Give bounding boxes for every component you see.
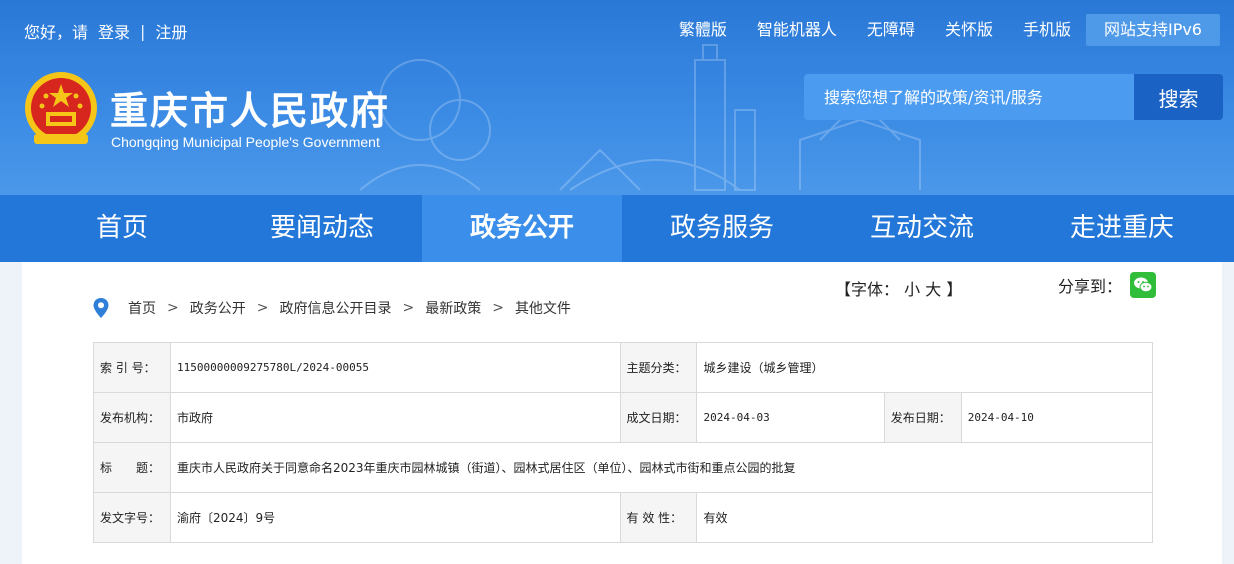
font-large-button[interactable]: 大 — [925, 280, 941, 299]
org-label: 发布机构： — [93, 392, 171, 443]
font-suffix: 】 — [946, 280, 963, 299]
breadcrumb-other-files[interactable]: 其他文件 — [515, 298, 571, 318]
nav-item-home[interactable]: 首页 — [0, 195, 222, 262]
index-no-label: 索 引 号： — [93, 342, 171, 393]
chevron-right-icon: > — [402, 300, 415, 316]
main-nav: 首页 要闻动态 政务公开 政务服务 互动交流 走进重庆 — [0, 195, 1234, 262]
chevron-right-icon: > — [256, 300, 269, 316]
topic-label: 主题分类： — [619, 342, 698, 393]
breadcrumb: 首页 > 政务公开 > 政府信息公开目录 > 最新政策 > 其他文件 — [92, 297, 571, 319]
written-date-label: 成文日期： — [619, 392, 698, 443]
mobile-version-link[interactable]: 手机版 — [1008, 14, 1086, 46]
divider: | — [140, 21, 146, 41]
written-date-value: 2024-04-03 — [696, 392, 885, 443]
breadcrumb-home[interactable]: 首页 — [128, 298, 156, 318]
wechat-icon[interactable] — [1130, 272, 1157, 298]
table-row: 标 题： 重庆市人民政府关于同意命名2023年重庆市园林城镇（街道）、园林式居住… — [93, 442, 1154, 493]
care-version-link[interactable]: 关怀版 — [930, 14, 1008, 46]
validity-value: 有效 — [696, 492, 1153, 543]
font-prefix: 【字体： — [835, 280, 900, 299]
breadcrumb-info-catalog[interactable]: 政府信息公开目录 — [279, 298, 391, 318]
smart-robot-link[interactable]: 智能机器人 — [742, 14, 852, 46]
breadcrumb-gov-affairs-open[interactable]: 政务公开 — [190, 298, 246, 318]
nav-item-gov-services[interactable]: 政务服务 — [622, 195, 822, 262]
share-area: 分享到： — [1058, 272, 1157, 298]
nav-item-about-chongqing[interactable]: 走进重庆 — [1022, 195, 1222, 262]
top-bar: 您好，请 登录 | 注册 繁體版 智能机器人 无障碍 关怀版 手机版 网站支持I… — [0, 0, 1234, 60]
nav-item-news[interactable]: 要闻动态 — [222, 195, 422, 262]
login-link[interactable]: 登录 — [98, 19, 130, 43]
publish-date-value: 2024-04-10 — [960, 392, 1154, 443]
nav-item-gov-affairs-open[interactable]: 政务公开 — [422, 195, 622, 262]
nav-item-interaction[interactable]: 互动交流 — [822, 195, 1022, 262]
site-subtitle: Chongqing Municipal People's Government — [111, 134, 380, 150]
table-row: 发文字号： 渝府〔2024〕9号 有 效 性： 有效 — [93, 492, 1153, 543]
share-label: 分享到： — [1058, 277, 1123, 296]
ipv6-badge: 网站支持IPv6 — [1085, 14, 1220, 46]
search-bar: 搜索 — [804, 74, 1223, 120]
doc-no-value: 渝府〔2024〕9号 — [169, 492, 621, 543]
search-button[interactable]: 搜索 — [1134, 74, 1223, 120]
accessibility-link[interactable]: 无障碍 — [852, 14, 930, 46]
location-pin-icon — [93, 298, 109, 318]
title-label: 标 题： — [93, 442, 171, 493]
site-title[interactable]: 重庆市人民政府 — [110, 80, 390, 135]
greeting-text: 您好，请 — [24, 23, 89, 42]
register-link[interactable]: 注册 — [155, 19, 187, 43]
national-emblem-icon[interactable] — [22, 70, 100, 150]
chevron-right-icon: > — [167, 300, 179, 316]
index-no-value: 11500000009275780L/2024-00055 — [169, 342, 621, 393]
breadcrumb-latest-policy[interactable]: 最新政策 — [425, 298, 481, 318]
search-input[interactable] — [804, 74, 1134, 120]
font-size-control: 【字体： 小 大 】 — [835, 276, 962, 300]
org-value: 市政府 — [169, 392, 621, 443]
topic-value: 城乡建设（城乡管理） — [696, 342, 1153, 393]
font-small-button[interactable]: 小 — [904, 280, 920, 299]
user-greeting: 您好，请 登录 | 注册 — [24, 19, 187, 43]
site-header: 您好，请 登录 | 注册 繁體版 智能机器人 无障碍 关怀版 手机版 网站支持I… — [0, 0, 1234, 195]
top-links: 繁體版 智能机器人 无障碍 关怀版 手机版 网站支持IPv6 — [664, 14, 1220, 46]
title-value: 重庆市人民政府关于同意命名2023年重庆市园林城镇（街道）、园林式居住区（单位）… — [169, 442, 1154, 493]
validity-label: 有 效 性： — [619, 492, 698, 543]
table-row: 发布机构： 市政府 成文日期： 2024-04-03 发布日期： 2024-04… — [93, 392, 1154, 443]
publish-date-label: 发布日期： — [883, 392, 962, 443]
document-meta-table: 索 引 号： 11500000009275780L/2024-00055 主题分… — [93, 342, 1154, 543]
doc-no-label: 发文字号： — [93, 492, 171, 543]
chevron-right-icon: > — [492, 300, 504, 316]
traditional-chinese-link[interactable]: 繁體版 — [664, 14, 742, 46]
table-row: 索 引 号： 11500000009275780L/2024-00055 主题分… — [93, 342, 1153, 393]
